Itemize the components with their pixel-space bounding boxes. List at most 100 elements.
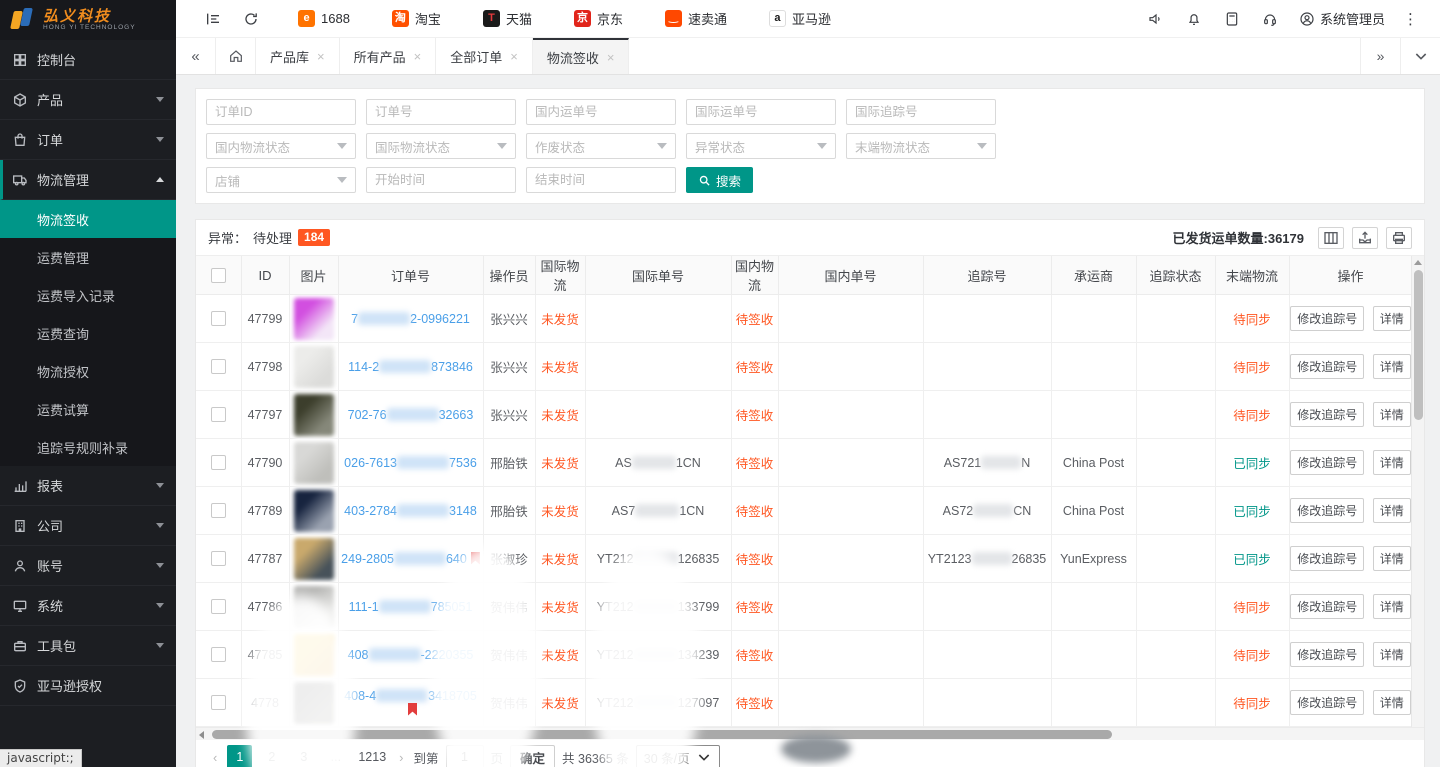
tab-close-icon[interactable]: ×: [317, 49, 325, 64]
product-image[interactable]: [294, 298, 334, 340]
tab-close-icon[interactable]: ×: [607, 50, 615, 65]
user-menu[interactable]: 系统管理员: [1289, 9, 1395, 28]
modify-tracking-button[interactable]: 修改追踪号: [1290, 306, 1364, 331]
order-number-link[interactable]: 408-2220355: [348, 648, 474, 662]
scroll-up-arrow-icon[interactable]: [1412, 256, 1424, 268]
product-image[interactable]: [294, 682, 334, 724]
calculator-icon[interactable]: [1213, 0, 1251, 38]
marketplace-1[interactable]: 淘 淘宝: [378, 0, 455, 38]
date-input-1[interactable]: [526, 167, 676, 193]
row-checkbox[interactable]: [211, 599, 226, 614]
sidebar-item-15[interactable]: 工具包: [0, 626, 176, 666]
modify-tracking-button[interactable]: 修改追踪号: [1290, 354, 1364, 379]
horizontal-scroll-thumb[interactable]: [212, 730, 1112, 739]
filter-input-2[interactable]: [526, 99, 676, 125]
sidebar-item-14[interactable]: 系统: [0, 586, 176, 626]
select-all-checkbox[interactable]: [211, 268, 226, 283]
filter-select-3[interactable]: 异常状态: [686, 133, 836, 159]
sidebar-subitem-8[interactable]: 物流授权: [0, 352, 176, 390]
sidebar-item-11[interactable]: 报表: [0, 466, 176, 506]
detail-button[interactable]: 详情: [1373, 498, 1411, 523]
goto-page-input[interactable]: [446, 745, 484, 767]
product-image[interactable]: [294, 394, 334, 436]
sidebar-item-2[interactable]: 订单: [0, 120, 176, 160]
page-button-1[interactable]: 1: [227, 745, 252, 767]
filter-select-4[interactable]: 末端物流状态: [846, 133, 996, 159]
row-checkbox[interactable]: [211, 551, 226, 566]
row-checkbox[interactable]: [211, 455, 226, 470]
modify-tracking-button[interactable]: 修改追踪号: [1290, 594, 1364, 619]
sidebar-subitem-7[interactable]: 运费查询: [0, 314, 176, 352]
marketplace-3[interactable]: 京 京东: [560, 0, 637, 38]
modify-tracking-button[interactable]: 修改追踪号: [1290, 450, 1364, 475]
product-image[interactable]: [294, 634, 334, 676]
detail-button[interactable]: 详情: [1373, 546, 1411, 571]
order-number-link[interactable]: 72-0996221: [351, 312, 470, 326]
sidebar-item-1[interactable]: 产品: [0, 80, 176, 120]
page-button-3[interactable]: 3: [291, 745, 316, 767]
sidebar-subitem-6[interactable]: 运费导入记录: [0, 276, 176, 314]
tabs-dropdown-icon[interactable]: [1400, 38, 1440, 74]
pending-label[interactable]: 待处理: [253, 228, 292, 247]
sidebar-item-16[interactable]: 亚马逊授权: [0, 666, 176, 706]
order-number-link[interactable]: 249-2805640: [341, 552, 467, 566]
refresh-icon[interactable]: [232, 0, 270, 38]
more-options-icon[interactable]: ⋮: [1395, 10, 1426, 28]
page-button-1213[interactable]: 1213: [355, 745, 389, 767]
table-vertical-scrollbar[interactable]: [1411, 256, 1424, 727]
filter-input-3[interactable]: [686, 99, 836, 125]
prev-page-icon[interactable]: ‹: [210, 750, 220, 765]
sidebar-item-12[interactable]: 公司: [0, 506, 176, 546]
row-checkbox[interactable]: [211, 407, 226, 422]
order-number-link[interactable]: 114-2873846: [348, 360, 473, 374]
order-number-link[interactable]: 702-7632663: [348, 408, 474, 422]
row-checkbox[interactable]: [211, 359, 226, 374]
home-tab-icon[interactable]: [216, 38, 256, 74]
print-button[interactable]: [1386, 227, 1412, 249]
tab-0[interactable]: 产品库 ×: [256, 38, 340, 74]
confirm-page-button[interactable]: 确定: [510, 745, 555, 767]
modify-tracking-button[interactable]: 修改追踪号: [1290, 498, 1364, 523]
product-image[interactable]: [294, 490, 334, 532]
next-page-icon[interactable]: ›: [396, 750, 406, 765]
marketplace-0[interactable]: e 1688: [284, 0, 364, 38]
filter-select-2[interactable]: 作废状态: [526, 133, 676, 159]
export-button[interactable]: [1352, 227, 1378, 249]
modify-tracking-button[interactable]: 修改追踪号: [1290, 642, 1364, 667]
page-size-select[interactable]: 30 条/页: [636, 745, 720, 767]
tab-2[interactable]: 全部订单 ×: [436, 38, 533, 74]
row-checkbox[interactable]: [211, 503, 226, 518]
product-image[interactable]: [294, 538, 334, 580]
tabs-scroll-right-icon[interactable]: »: [1360, 38, 1400, 74]
filter-input-4[interactable]: [846, 99, 996, 125]
sidebar-subitem-5[interactable]: 运费管理: [0, 238, 176, 276]
sidebar-item-3[interactable]: 物流管理: [0, 160, 176, 200]
filter-select-0[interactable]: 国内物流状态: [206, 133, 356, 159]
order-number-link[interactable]: 408-43418705: [344, 689, 477, 703]
tab-3[interactable]: 物流签收 ×: [533, 38, 630, 74]
date-input-0[interactable]: [366, 167, 516, 193]
modify-tracking-button[interactable]: 修改追踪号: [1290, 546, 1364, 571]
detail-button[interactable]: 详情: [1373, 306, 1411, 331]
modify-tracking-button[interactable]: 修改追踪号: [1290, 402, 1364, 427]
detail-button[interactable]: 详情: [1373, 354, 1411, 379]
tabs-scroll-left-icon[interactable]: «: [176, 38, 216, 74]
detail-button[interactable]: 详情: [1373, 594, 1411, 619]
row-checkbox[interactable]: [211, 311, 226, 326]
tab-1[interactable]: 所有产品 ×: [340, 38, 437, 74]
sidebar-item-0[interactable]: 控制台: [0, 40, 176, 80]
filter-select-1[interactable]: 国际物流状态: [366, 133, 516, 159]
search-button[interactable]: 搜索: [686, 167, 753, 193]
shop-select[interactable]: 店铺: [206, 167, 356, 193]
detail-button[interactable]: 详情: [1373, 690, 1411, 715]
product-image[interactable]: [294, 442, 334, 484]
tab-close-icon[interactable]: ×: [510, 49, 518, 64]
detail-button[interactable]: 详情: [1373, 402, 1411, 427]
sidebar-item-13[interactable]: 账号: [0, 546, 176, 586]
vertical-scroll-thumb[interactable]: [1414, 270, 1423, 420]
announcement-icon[interactable]: [1137, 0, 1175, 38]
sidebar-subitem-10[interactable]: 追踪号规则补录: [0, 428, 176, 466]
pending-count-badge[interactable]: 184: [298, 229, 330, 246]
detail-button[interactable]: 详情: [1373, 642, 1411, 667]
marketplace-4[interactable]: ‿ 速卖通: [651, 0, 741, 38]
